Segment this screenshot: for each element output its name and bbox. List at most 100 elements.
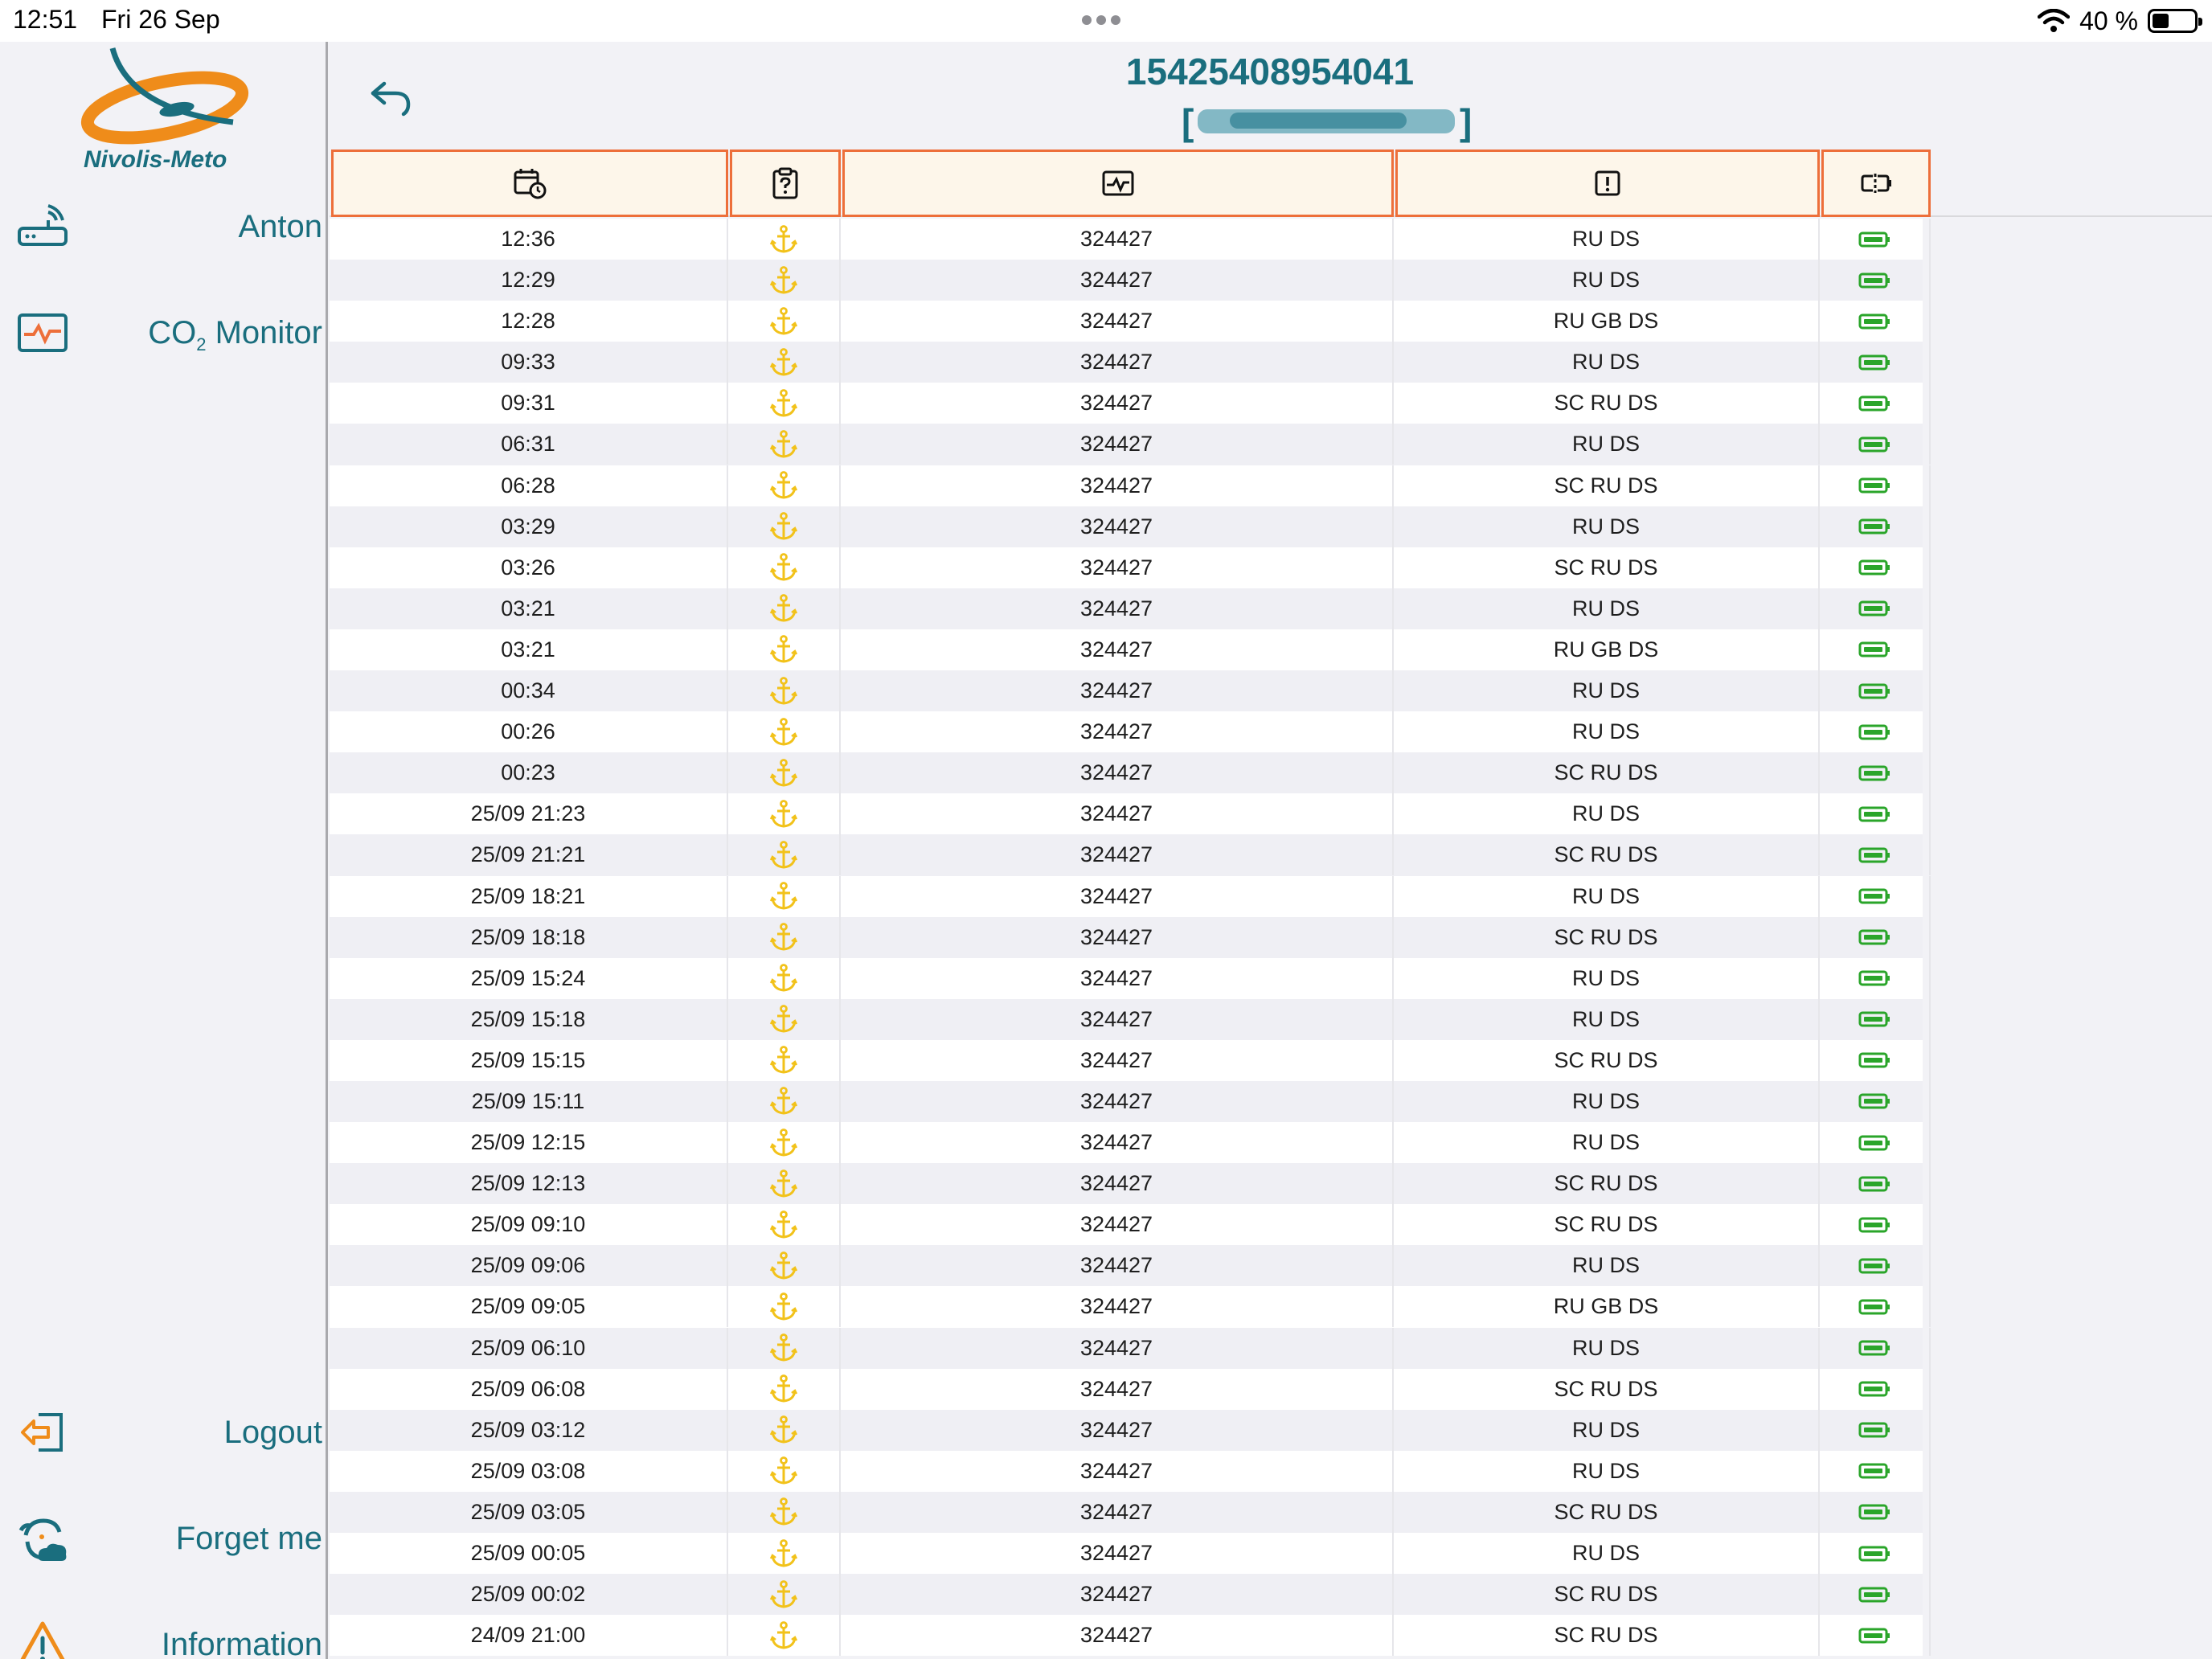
sidebar-item-anton[interactable]: Anton <box>0 191 326 264</box>
time-cell: 03:21 <box>330 629 728 670</box>
table-row[interactable]: 03:29 324427 RU DS <box>330 506 1931 547</box>
status-cell: SC RU DS <box>1394 1615 1820 1657</box>
table-row[interactable]: 25/09 09:10 324427 SC RU DS <box>330 1204 1931 1246</box>
battery-cell <box>1820 998 1931 1040</box>
battery-cell <box>1820 260 1931 301</box>
status-cell: SC RU DS <box>1394 1204 1820 1246</box>
value-cell: 324427 <box>841 1122 1394 1164</box>
battery-status-icon <box>1861 174 1891 193</box>
table-row[interactable]: 03:21 324427 RU DS <box>330 588 1931 629</box>
sidebar-item-forget-me[interactable]: Forget me <box>0 1503 326 1575</box>
type-cell <box>728 1204 841 1246</box>
table-row[interactable]: 06:31 324427 RU DS <box>330 424 1931 465</box>
sidebar-item-co2-monitor[interactable]: CO2 Monitor <box>0 297 326 370</box>
battery-full-icon <box>1858 1381 1890 1397</box>
battery-full-icon <box>1858 929 1890 945</box>
status-cell: RU GB DS <box>1394 1286 1820 1328</box>
table-row[interactable]: 25/09 06:10 324427 RU DS <box>330 1327 1931 1369</box>
status-cell: SC RU DS <box>1394 916 1820 958</box>
column-header-type[interactable] <box>730 150 841 217</box>
table-row[interactable]: 25/09 00:02 324427 SC RU DS <box>330 1574 1931 1616</box>
table-row[interactable]: 24/09 21:00 324427 SC RU DS <box>330 1615 1931 1657</box>
column-header-value[interactable] <box>842 150 1394 217</box>
table-row[interactable]: 09:33 324427 RU DS <box>330 342 1931 383</box>
value-cell: 324427 <box>841 629 1394 670</box>
table-row[interactable]: 25/09 09:06 324427 RU DS <box>330 1245 1931 1287</box>
table-row[interactable]: 00:34 324427 RU DS <box>330 670 1931 712</box>
table-row[interactable]: 25/09 21:23 324427 RU DS <box>330 793 1931 835</box>
type-cell <box>728 793 841 835</box>
time-cell: 06:28 <box>330 465 728 506</box>
table-row[interactable]: 03:26 324427 SC RU DS <box>330 547 1931 588</box>
table-row[interactable]: 25/09 03:05 324427 SC RU DS <box>330 1491 1931 1533</box>
table-row[interactable]: 09:31 324427 SC RU DS <box>330 383 1931 424</box>
battery-cell <box>1820 1286 1931 1328</box>
table-row[interactable]: 25/09 12:13 324427 SC RU DS <box>330 1163 1931 1205</box>
table-row[interactable]: 03:21 324427 RU GB DS <box>330 629 1931 671</box>
anchor-icon <box>769 430 798 458</box>
anchor-icon <box>769 717 798 746</box>
battery-cell <box>1820 629 1931 670</box>
table-row[interactable]: 25/09 18:18 324427 SC RU DS <box>330 916 1931 958</box>
table-row[interactable]: 12:36 324427 RU DS <box>330 219 1931 260</box>
type-cell <box>728 834 841 876</box>
table-row[interactable]: 12:29 324427 RU DS <box>330 260 1931 301</box>
status-cell: RU DS <box>1394 1409 1820 1451</box>
status-cell: SC RU DS <box>1394 383 1820 424</box>
table-body: 12:36 324427 RU DS 12:29 324427 RU DS 12:28 324… <box>330 219 1931 1657</box>
value-cell: 324427 <box>841 1368 1394 1410</box>
battery-cell <box>1820 916 1931 958</box>
table-row[interactable]: 12:28 324427 RU GB DS <box>330 301 1931 342</box>
time-cell: 25/09 12:15 <box>330 1122 728 1164</box>
time-cell: 25/09 00:05 <box>330 1533 728 1574</box>
battery-cell <box>1820 1163 1931 1205</box>
sidebar-item-label: Anton <box>238 209 322 244</box>
table-row[interactable]: 25/09 12:15 324427 RU DS <box>330 1122 1931 1164</box>
battery-cell <box>1820 1409 1931 1451</box>
sidebar-item-logout[interactable]: Logout <box>0 1397 326 1469</box>
table-row[interactable]: 25/09 15:11 324427 RU DS <box>330 1080 1931 1123</box>
battery-full-icon <box>1858 1628 1890 1644</box>
table-row[interactable]: 25/09 15:18 324427 RU DS <box>330 998 1931 1040</box>
value-cell: 324427 <box>841 547 1394 588</box>
table-row[interactable]: 00:23 324427 SC RU DS <box>330 752 1931 794</box>
battery-full-icon <box>1858 1422 1890 1438</box>
value-cell: 324427 <box>841 834 1394 876</box>
table-row[interactable]: 25/09 06:08 324427 SC RU DS <box>330 1368 1931 1410</box>
table-row[interactable]: 25/09 15:15 324427 SC RU DS <box>330 1039 1931 1081</box>
anchor-icon <box>769 1210 798 1239</box>
table-row[interactable]: 25/09 00:05 324427 RU DS <box>330 1533 1931 1575</box>
battery-full-icon <box>1858 477 1890 494</box>
status-cell: RU GB DS <box>1394 629 1820 670</box>
value-cell: 324427 <box>841 1615 1394 1657</box>
battery-full-icon <box>1858 1463 1890 1479</box>
value-cell: 324427 <box>841 1409 1394 1451</box>
battery-full-icon <box>1858 354 1890 371</box>
time-cell: 03:29 <box>330 506 728 547</box>
status-time: 12:51 <box>13 5 78 34</box>
sidebar-item-information[interactable]: Information <box>0 1609 326 1659</box>
logout-icon <box>21 1413 63 1452</box>
time-cell: 00:34 <box>330 670 728 712</box>
multitasking-dots-icon[interactable] <box>1082 14 1130 27</box>
status-cell: RU DS <box>1394 1450 1820 1492</box>
status-cell: RU DS <box>1394 1327 1820 1369</box>
column-header-alerts[interactable] <box>1395 150 1820 217</box>
battery-full-icon <box>1858 1340 1890 1356</box>
table-row[interactable]: 06:28 324427 SC RU DS <box>330 465 1931 506</box>
table-row[interactable]: 25/09 18:21 324427 RU DS <box>330 875 1931 917</box>
table-row[interactable]: 25/09 09:05 324427 RU GB DS <box>330 1286 1931 1328</box>
table-row[interactable]: 00:26 324427 RU DS <box>330 711 1931 753</box>
table-row[interactable]: 25/09 15:24 324427 RU DS <box>330 957 1931 999</box>
battery-cell <box>1820 1245 1931 1287</box>
table-row[interactable]: 25/09 03:08 324427 RU DS <box>330 1450 1931 1492</box>
table-row[interactable]: 25/09 03:12 324427 RU DS <box>330 1409 1931 1451</box>
value-cell: 324427 <box>841 1327 1394 1369</box>
column-header-time[interactable] <box>331 150 728 217</box>
type-cell <box>728 1039 841 1081</box>
battery-cell <box>1820 1327 1931 1369</box>
column-header-battery[interactable] <box>1821 150 1931 217</box>
type-cell <box>728 1122 841 1164</box>
time-cell: 25/09 15:15 <box>330 1039 728 1081</box>
table-row[interactable]: 25/09 21:21 324427 SC RU DS <box>330 834 1931 876</box>
